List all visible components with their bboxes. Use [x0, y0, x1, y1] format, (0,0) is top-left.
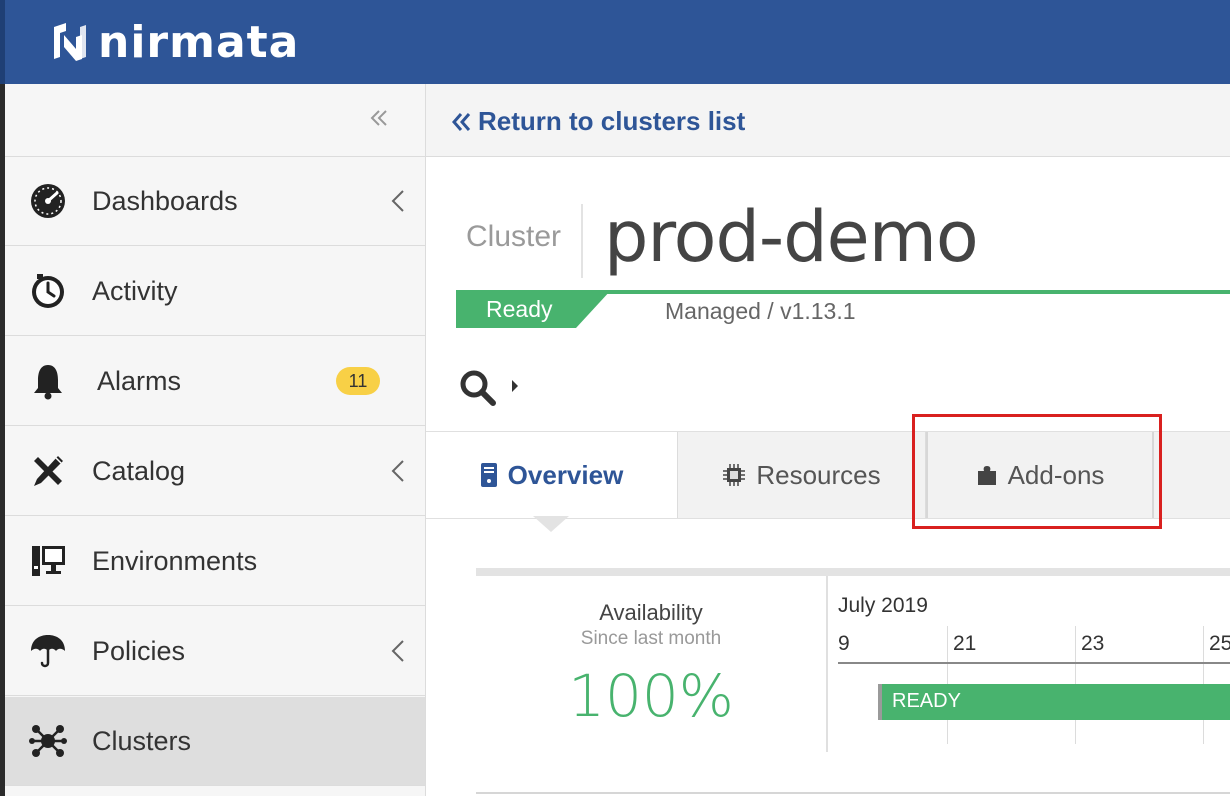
sidebar-item-label: Policies — [92, 635, 186, 666]
chevron-left-icon — [391, 460, 404, 482]
return-to-clusters-link[interactable]: Return to clusters list — [452, 106, 745, 137]
add-ons-highlight-box — [912, 414, 1162, 529]
panel-bottom-border — [476, 792, 1230, 794]
timeline-tick-label: 23 — [1081, 632, 1105, 655]
timeline-month: July 2019 — [838, 594, 928, 617]
sidebar-item-label: Environments — [92, 545, 258, 576]
umbrella-icon — [31, 635, 65, 668]
timeline-bar-label: READY — [892, 690, 961, 712]
search-icon — [460, 370, 518, 406]
sidebar-item-activity[interactable]: Activity — [5, 247, 425, 336]
server-icon — [480, 463, 497, 487]
tools-icon — [34, 456, 63, 486]
sidebar-item-environments[interactable]: Environments — [5, 517, 425, 606]
sidebar-item-policies[interactable]: Policies — [5, 607, 425, 696]
nirmata-logo-icon — [54, 23, 86, 61]
chevron-left-icon — [391, 190, 404, 212]
timeline-tick-label: 25 — [1209, 632, 1230, 655]
tab-label: Overview — [507, 459, 624, 490]
timeline-tick-label: 21 — [953, 632, 977, 655]
availability-value: 100% — [568, 662, 734, 730]
sidebar-item-dashboards[interactable]: Dashboards — [5, 157, 425, 246]
cluster-meta: Managed / v1.13.1 — [665, 298, 856, 324]
sidebar-item-catalog[interactable]: Catalog — [5, 427, 425, 516]
alarm-count-badge: 11 — [336, 367, 380, 395]
search-toggle[interactable] — [458, 368, 528, 408]
bell-icon — [34, 365, 62, 400]
sidebar-item-label: Alarms — [97, 365, 182, 396]
tab-overview[interactable]: Overview — [426, 432, 678, 518]
status-timeline: July 2019 9 21 23 25 READY — [828, 576, 1230, 752]
cluster-status-badge: Ready — [486, 296, 553, 322]
top-bar-edge — [0, 0, 5, 84]
collapse-sidebar-icon[interactable] — [367, 106, 391, 130]
sidebar-item-label: Clusters — [92, 725, 192, 756]
sidebar-collapse-row — [5, 84, 425, 157]
brand-name: nirmata — [98, 16, 300, 68]
sidebar-item-alarms[interactable]: Alarms 11 — [5, 337, 425, 426]
timeline-tick-label: 9 — [838, 632, 850, 655]
availability-subtitle: Since last month — [580, 628, 722, 649]
cluster-name: prod-demo — [604, 196, 979, 278]
sidebar-item-clusters[interactable]: Clusters — [5, 697, 425, 786]
sidebar: Dashboards Activity Alarms 11 Catalog En… — [0, 84, 426, 796]
cluster-kind-label: Cluster — [466, 220, 562, 253]
sidebar-item-label: Dashboards — [92, 185, 238, 216]
tab-resources[interactable]: Resources — [678, 432, 926, 518]
return-link-label: Return to clusters list — [478, 106, 746, 136]
chip-icon — [723, 464, 746, 486]
dashboard-gauge-icon — [31, 184, 65, 218]
active-tab-pointer — [533, 516, 569, 532]
cluster-title-divider — [581, 204, 583, 278]
main-content: Return to clusters list Cluster prod-dem… — [426, 84, 1230, 796]
double-chevron-left-icon — [452, 112, 471, 131]
availability-card: Availability Since last month 100% — [476, 576, 826, 752]
cluster-network-icon — [29, 725, 67, 757]
sidebar-item-label: Activity — [92, 275, 178, 306]
sidebar-item-label: Catalog — [92, 455, 186, 486]
tab-label: Resources — [756, 459, 881, 490]
timeline-ready-bar[interactable]: READY — [878, 684, 1230, 720]
top-bar: nirmata — [0, 0, 1230, 84]
availability-title: Availability — [599, 600, 703, 625]
timeline-axis — [838, 662, 1230, 664]
chevron-left-icon — [391, 640, 404, 662]
clock-icon — [32, 274, 64, 308]
brand-logo[interactable]: nirmata — [48, 14, 299, 70]
return-bar: Return to clusters list — [426, 84, 1230, 157]
monitor-icon — [32, 546, 65, 576]
panel-top-border — [476, 568, 1230, 576]
